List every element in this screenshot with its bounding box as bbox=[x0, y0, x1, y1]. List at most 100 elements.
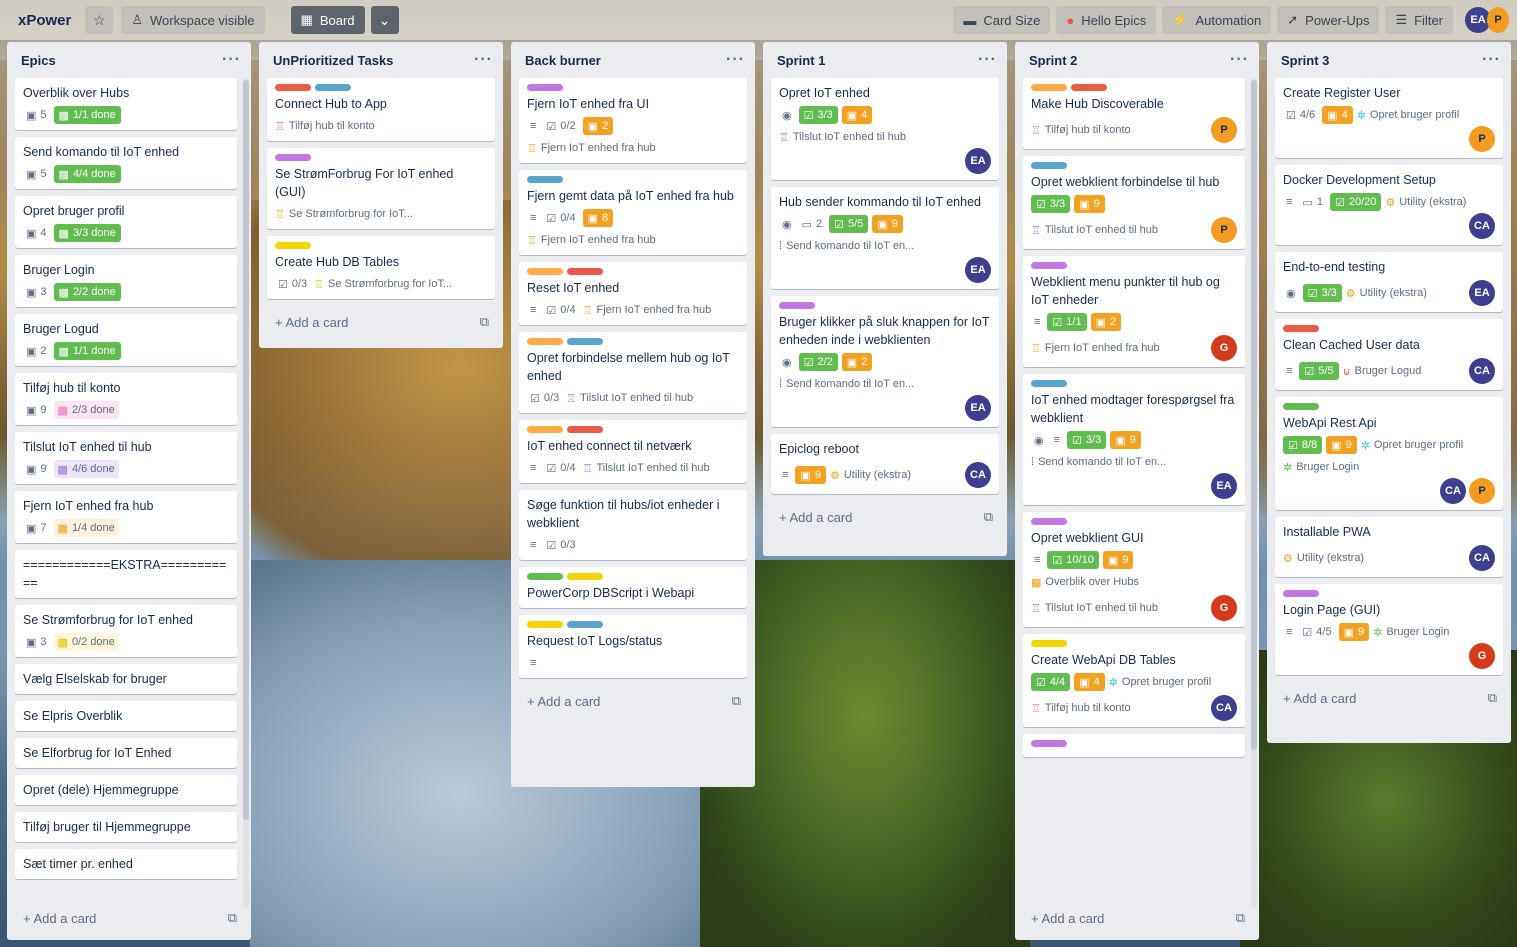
card[interactable]: Opret webklient forbindelse til hub ☑ 3/3 ▣… bbox=[1023, 156, 1245, 249]
card[interactable]: Docker Development Setup ≡ ▭ 1 ☑ 20/20 ⚙ Utilit… bbox=[1275, 165, 1503, 245]
epic-link[interactable]: ⁞ Send komando til IoT en... bbox=[779, 240, 914, 252]
card[interactable]: Overblik over Hubs ▣ 5 ▩ 1/1 done bbox=[15, 78, 237, 130]
list-title[interactable]: Epics bbox=[21, 53, 56, 68]
template-icon[interactable]: ⧉ bbox=[228, 910, 237, 926]
card[interactable]: Opret (dele) Hjemmegruppe bbox=[15, 775, 237, 805]
avatar[interactable]: CA bbox=[1211, 695, 1237, 721]
avatar[interactable]: CA bbox=[1469, 358, 1495, 384]
label-purple[interactable] bbox=[1283, 590, 1319, 597]
label-yellow[interactable] bbox=[567, 573, 603, 580]
card[interactable]: Tilslut IoT enhed til hub ▣ 9 ▩ 4/6 done bbox=[15, 432, 237, 484]
label-red[interactable] bbox=[275, 84, 311, 91]
scrollbar-thumb[interactable] bbox=[243, 80, 249, 820]
workspace-visible-button[interactable]: ♙ Workspace visible bbox=[121, 6, 265, 34]
label-purple[interactable] bbox=[275, 154, 311, 161]
epic-link[interactable]: ♖ Tilføj hub til konto bbox=[275, 120, 375, 133]
card[interactable]: Clean Cached User data ≡ ☑ 5/5 ⊍ Bruger Logud… bbox=[1275, 319, 1503, 390]
list-menu-icon[interactable]: ··· bbox=[474, 51, 493, 69]
epic-link[interactable]: ⁞ Send komando til IoT en... bbox=[779, 378, 914, 390]
epic-link[interactable]: ♖ Tilslut IoT enhed til hub bbox=[779, 131, 906, 144]
label-orange[interactable] bbox=[527, 426, 563, 433]
epic-link[interactable]: ♖ Tilslut IoT enhed til hub bbox=[566, 392, 693, 405]
card[interactable]: Opret bruger profil ▣ 4 ▩ 3/3 done bbox=[15, 196, 237, 248]
epic-link[interactable]: ♖ Se Strømforbrug for IoT... bbox=[314, 278, 452, 291]
card-size-button[interactable]: ▬ Card Size bbox=[953, 6, 1051, 34]
epic-link[interactable]: ♖ Tilslut IoT enhed til hub bbox=[583, 462, 710, 475]
list-menu-icon[interactable]: ··· bbox=[222, 51, 241, 69]
power-ups-button[interactable]: ➚ Power-Ups bbox=[1277, 6, 1380, 34]
epic-link[interactable]: ✲ Opret bruger profil bbox=[1109, 676, 1211, 689]
avatar[interactable]: G bbox=[1211, 595, 1237, 621]
card[interactable]: End-to-end testing ◉ ☑ 3/3 ⚙ Utility (ekstra)… bbox=[1275, 252, 1503, 312]
label-yellow[interactable] bbox=[275, 242, 311, 249]
label-red[interactable] bbox=[567, 426, 603, 433]
label-orange[interactable] bbox=[527, 338, 563, 345]
list-title[interactable]: Sprint 2 bbox=[1029, 53, 1077, 68]
card[interactable]: Tilføj hub til konto ▣ 9 ▩ 2/3 done bbox=[15, 373, 237, 425]
label-purple[interactable] bbox=[1031, 740, 1067, 747]
avatar[interactable]: P bbox=[1487, 7, 1509, 33]
add-card-button[interactable]: + Add a card ⧉ bbox=[7, 902, 251, 934]
list-menu-icon[interactable]: ··· bbox=[1482, 51, 1501, 69]
list-menu-icon[interactable]: ··· bbox=[1230, 51, 1249, 69]
epic-link[interactable]: ⚙ Utility (ekstra) bbox=[1346, 287, 1427, 300]
label-purple[interactable] bbox=[1031, 262, 1067, 269]
label-purple[interactable] bbox=[527, 84, 563, 91]
card[interactable]: ============EKSTRA=========== bbox=[15, 550, 237, 598]
card[interactable]: Webklient menu punkter til hub og IoT en… bbox=[1023, 256, 1245, 367]
automation-button[interactable]: ⚡ Automation bbox=[1162, 6, 1272, 34]
label-red[interactable] bbox=[1071, 84, 1107, 91]
add-card-button[interactable]: + Add a card ⧉ bbox=[763, 501, 1007, 533]
avatar[interactable]: G bbox=[1469, 643, 1495, 669]
add-card-button[interactable]: + Add a card ⧉ bbox=[511, 685, 755, 717]
label-purple[interactable] bbox=[779, 302, 815, 309]
avatar[interactable]: P bbox=[1211, 117, 1237, 143]
epic-link[interactable]: ▩ Overblik over Hubs bbox=[1031, 576, 1139, 589]
label-yellow[interactable] bbox=[527, 621, 563, 628]
card[interactable]: Connect Hub to App ♖ Tilføj hub til konto bbox=[267, 78, 495, 141]
card[interactable]: PowerCorp DBScript i Webapi bbox=[519, 567, 747, 608]
label-red[interactable] bbox=[1283, 325, 1319, 332]
label-green[interactable] bbox=[527, 573, 563, 580]
card[interactable]: IoT enhed connect til netværk ≡ ☑ 0/4 ♖ Tilsl… bbox=[519, 420, 747, 483]
epic-link[interactable]: ⁞ Send komando til IoT en... bbox=[1031, 456, 1166, 468]
card[interactable]: Se Elpris Overblik bbox=[15, 701, 237, 731]
epic-link[interactable]: ♖ Tilslut IoT enhed til hub bbox=[1031, 224, 1158, 237]
label-purple[interactable] bbox=[1031, 518, 1067, 525]
label-blue[interactable] bbox=[1031, 380, 1067, 387]
board-name[interactable]: xPower bbox=[18, 12, 71, 29]
card[interactable]: IoT enhed modtager forespørgsel fra webk… bbox=[1023, 374, 1245, 505]
card[interactable]: Fjern IoT enhed fra hub ▣ 7 ▩ 1/4 done bbox=[15, 491, 237, 543]
filter-button[interactable]: ☰ Filter bbox=[1385, 6, 1453, 34]
add-card-button[interactable]: + Add a card ⧉ bbox=[1015, 902, 1259, 934]
avatar[interactable]: G bbox=[1211, 335, 1237, 361]
label-orange[interactable] bbox=[527, 268, 563, 275]
template-icon[interactable]: ⧉ bbox=[732, 693, 741, 709]
list-menu-icon[interactable]: ··· bbox=[978, 51, 997, 69]
hello-epics-button[interactable]: ● Hello Epics bbox=[1056, 6, 1157, 34]
card[interactable]: Create Register User ☑ 4/6 ▣ 4 ✲ Opret bruger … bbox=[1275, 78, 1503, 158]
card[interactable]: Se StrømForbrug For IoT enhed (GUI) ♖ Se S… bbox=[267, 148, 495, 229]
template-icon[interactable]: ⧉ bbox=[480, 314, 489, 330]
chevron-down-icon[interactable]: ⌄ bbox=[370, 6, 399, 34]
card[interactable]: Opret IoT enhed ◉ ☑ 3/3 ▣ 4 ♖ Tilslut IoT enhed… bbox=[771, 78, 999, 180]
card[interactable]: Bruger klikker på sluk knappen for IoT e… bbox=[771, 296, 999, 427]
card[interactable]: Søge funktion til hubs/iot enheder i web… bbox=[519, 490, 747, 560]
label-blue[interactable] bbox=[315, 84, 351, 91]
avatar[interactable]: EA bbox=[965, 148, 991, 174]
card[interactable]: Bruger Login ▣ 3 ▩ 2/2 done bbox=[15, 255, 237, 307]
avatar[interactable]: EA bbox=[1469, 280, 1495, 306]
epic-link[interactable]: ♖ Tilføj hub til konto bbox=[1031, 702, 1131, 715]
avatar[interactable]: P bbox=[1211, 217, 1237, 243]
label-red[interactable] bbox=[567, 268, 603, 275]
card[interactable]: Request IoT Logs/status ≡ bbox=[519, 615, 747, 678]
card[interactable]: Login Page (GUI) ≡ ☑ 4/5 ▣ 9 ✲ Bruger Login G bbox=[1275, 584, 1503, 675]
epic-link[interactable]: ♖ Fjern IoT enhed fra hub bbox=[527, 142, 656, 155]
list-title[interactable]: UnPrioritized Tasks bbox=[273, 53, 393, 68]
avatar[interactable]: CA bbox=[1469, 213, 1495, 239]
card[interactable]: Send komando til IoT enhed ▣ 5 ▩ 4/4 done bbox=[15, 137, 237, 189]
scrollbar-thumb[interactable] bbox=[1251, 80, 1257, 750]
card[interactable]: Opret webklient GUI ≡ ☑ 10/10 ▣ 9 ▩ Overblik ov… bbox=[1023, 512, 1245, 627]
label-blue[interactable] bbox=[567, 621, 603, 628]
card[interactable]: Create WebApi DB Tables ☑ 4/4 ▣ 4 ✲ Opret brug… bbox=[1023, 634, 1245, 727]
